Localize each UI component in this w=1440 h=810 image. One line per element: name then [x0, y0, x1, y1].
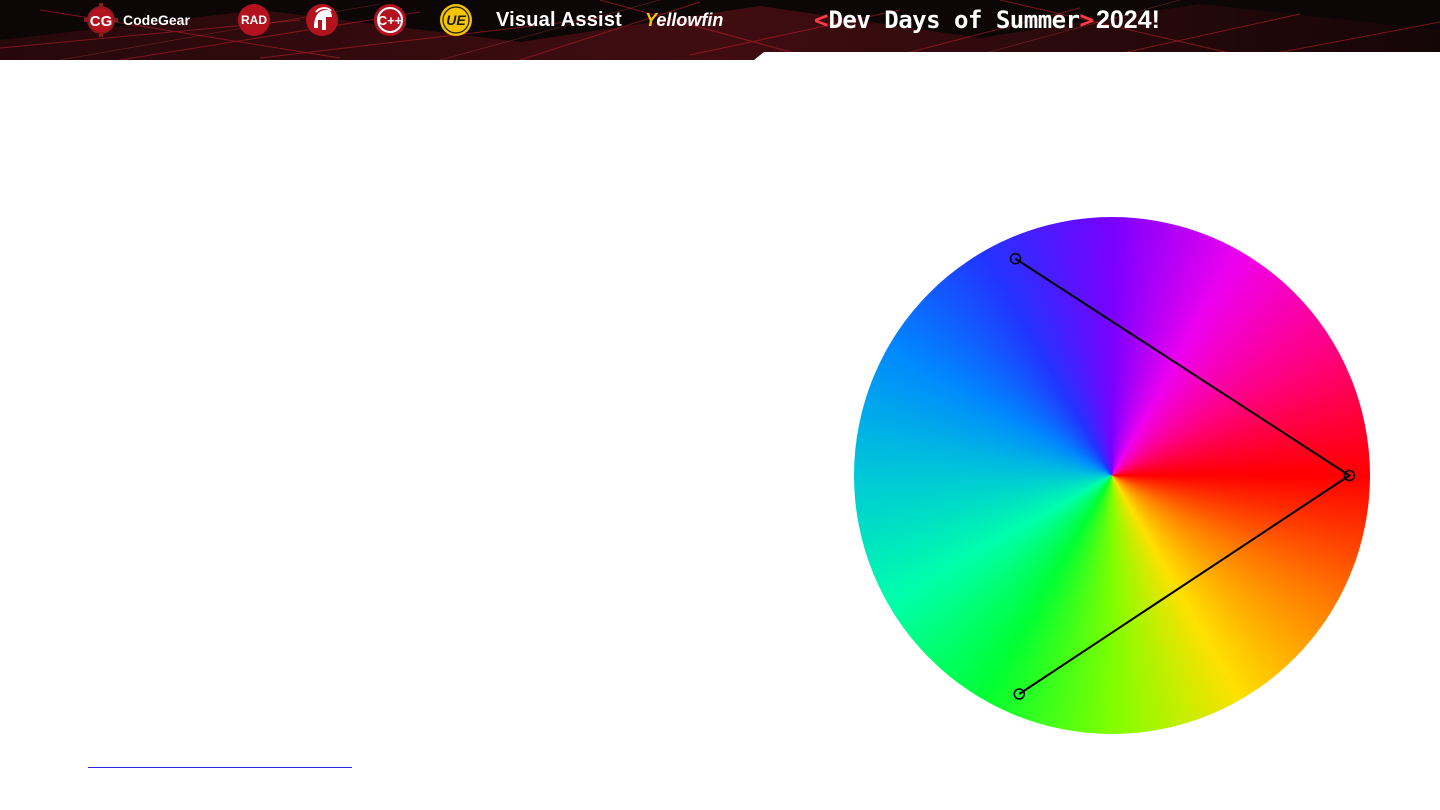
event-banner: CG CodeGear RAD C++ UE Visual Assist Yel… [0, 0, 1440, 60]
visual-assist-label: Visual Assist [496, 8, 622, 31]
footnote-separator-line [88, 767, 352, 768]
banner-bottom-edge [754, 52, 1440, 60]
event-name: Dev Days of Summer [828, 6, 1080, 34]
yellowfin-rest-label: ellowfin [656, 9, 724, 30]
ue-mark-text: UE [446, 12, 466, 28]
rad-mark-text: RAD [241, 13, 267, 27]
event-close-bracket: > [1079, 6, 1094, 34]
delphi-logo[interactable] [304, 0, 340, 40]
rad-studio-logo[interactable]: RAD [236, 0, 272, 40]
ue-icon: UE [440, 4, 472, 36]
visual-assist-logo[interactable]: Visual Assist [496, 0, 622, 40]
ue-logo[interactable]: UE [438, 0, 474, 40]
yellowfin-first-letter: Y [645, 9, 657, 30]
harmony-overlay [1009, 252, 1356, 700]
cpp-icon: C++ [374, 4, 406, 36]
event-year: 2024! [1096, 5, 1160, 34]
harmony-connector-lines [1014, 257, 1352, 695]
cpp-builder-logo[interactable]: C++ [372, 0, 408, 40]
cpp-mark-text: C++ [378, 13, 403, 28]
event-title: < Dev Days of Summer >2024! [814, 0, 1160, 40]
event-open-bracket: < [814, 6, 829, 34]
spartan-helmet-icon [306, 4, 338, 36]
codegear-mark-text: CG [90, 13, 113, 30]
codegear-label: CodeGear [123, 12, 190, 28]
yellowfin-logo[interactable]: Yellowfin [645, 0, 723, 40]
codegear-gear-icon: CG [84, 3, 118, 37]
color-wheel-widget[interactable] [854, 217, 1370, 734]
codegear-logo[interactable]: CG CodeGear [84, 0, 190, 40]
rad-studio-icon: RAD [238, 4, 270, 36]
